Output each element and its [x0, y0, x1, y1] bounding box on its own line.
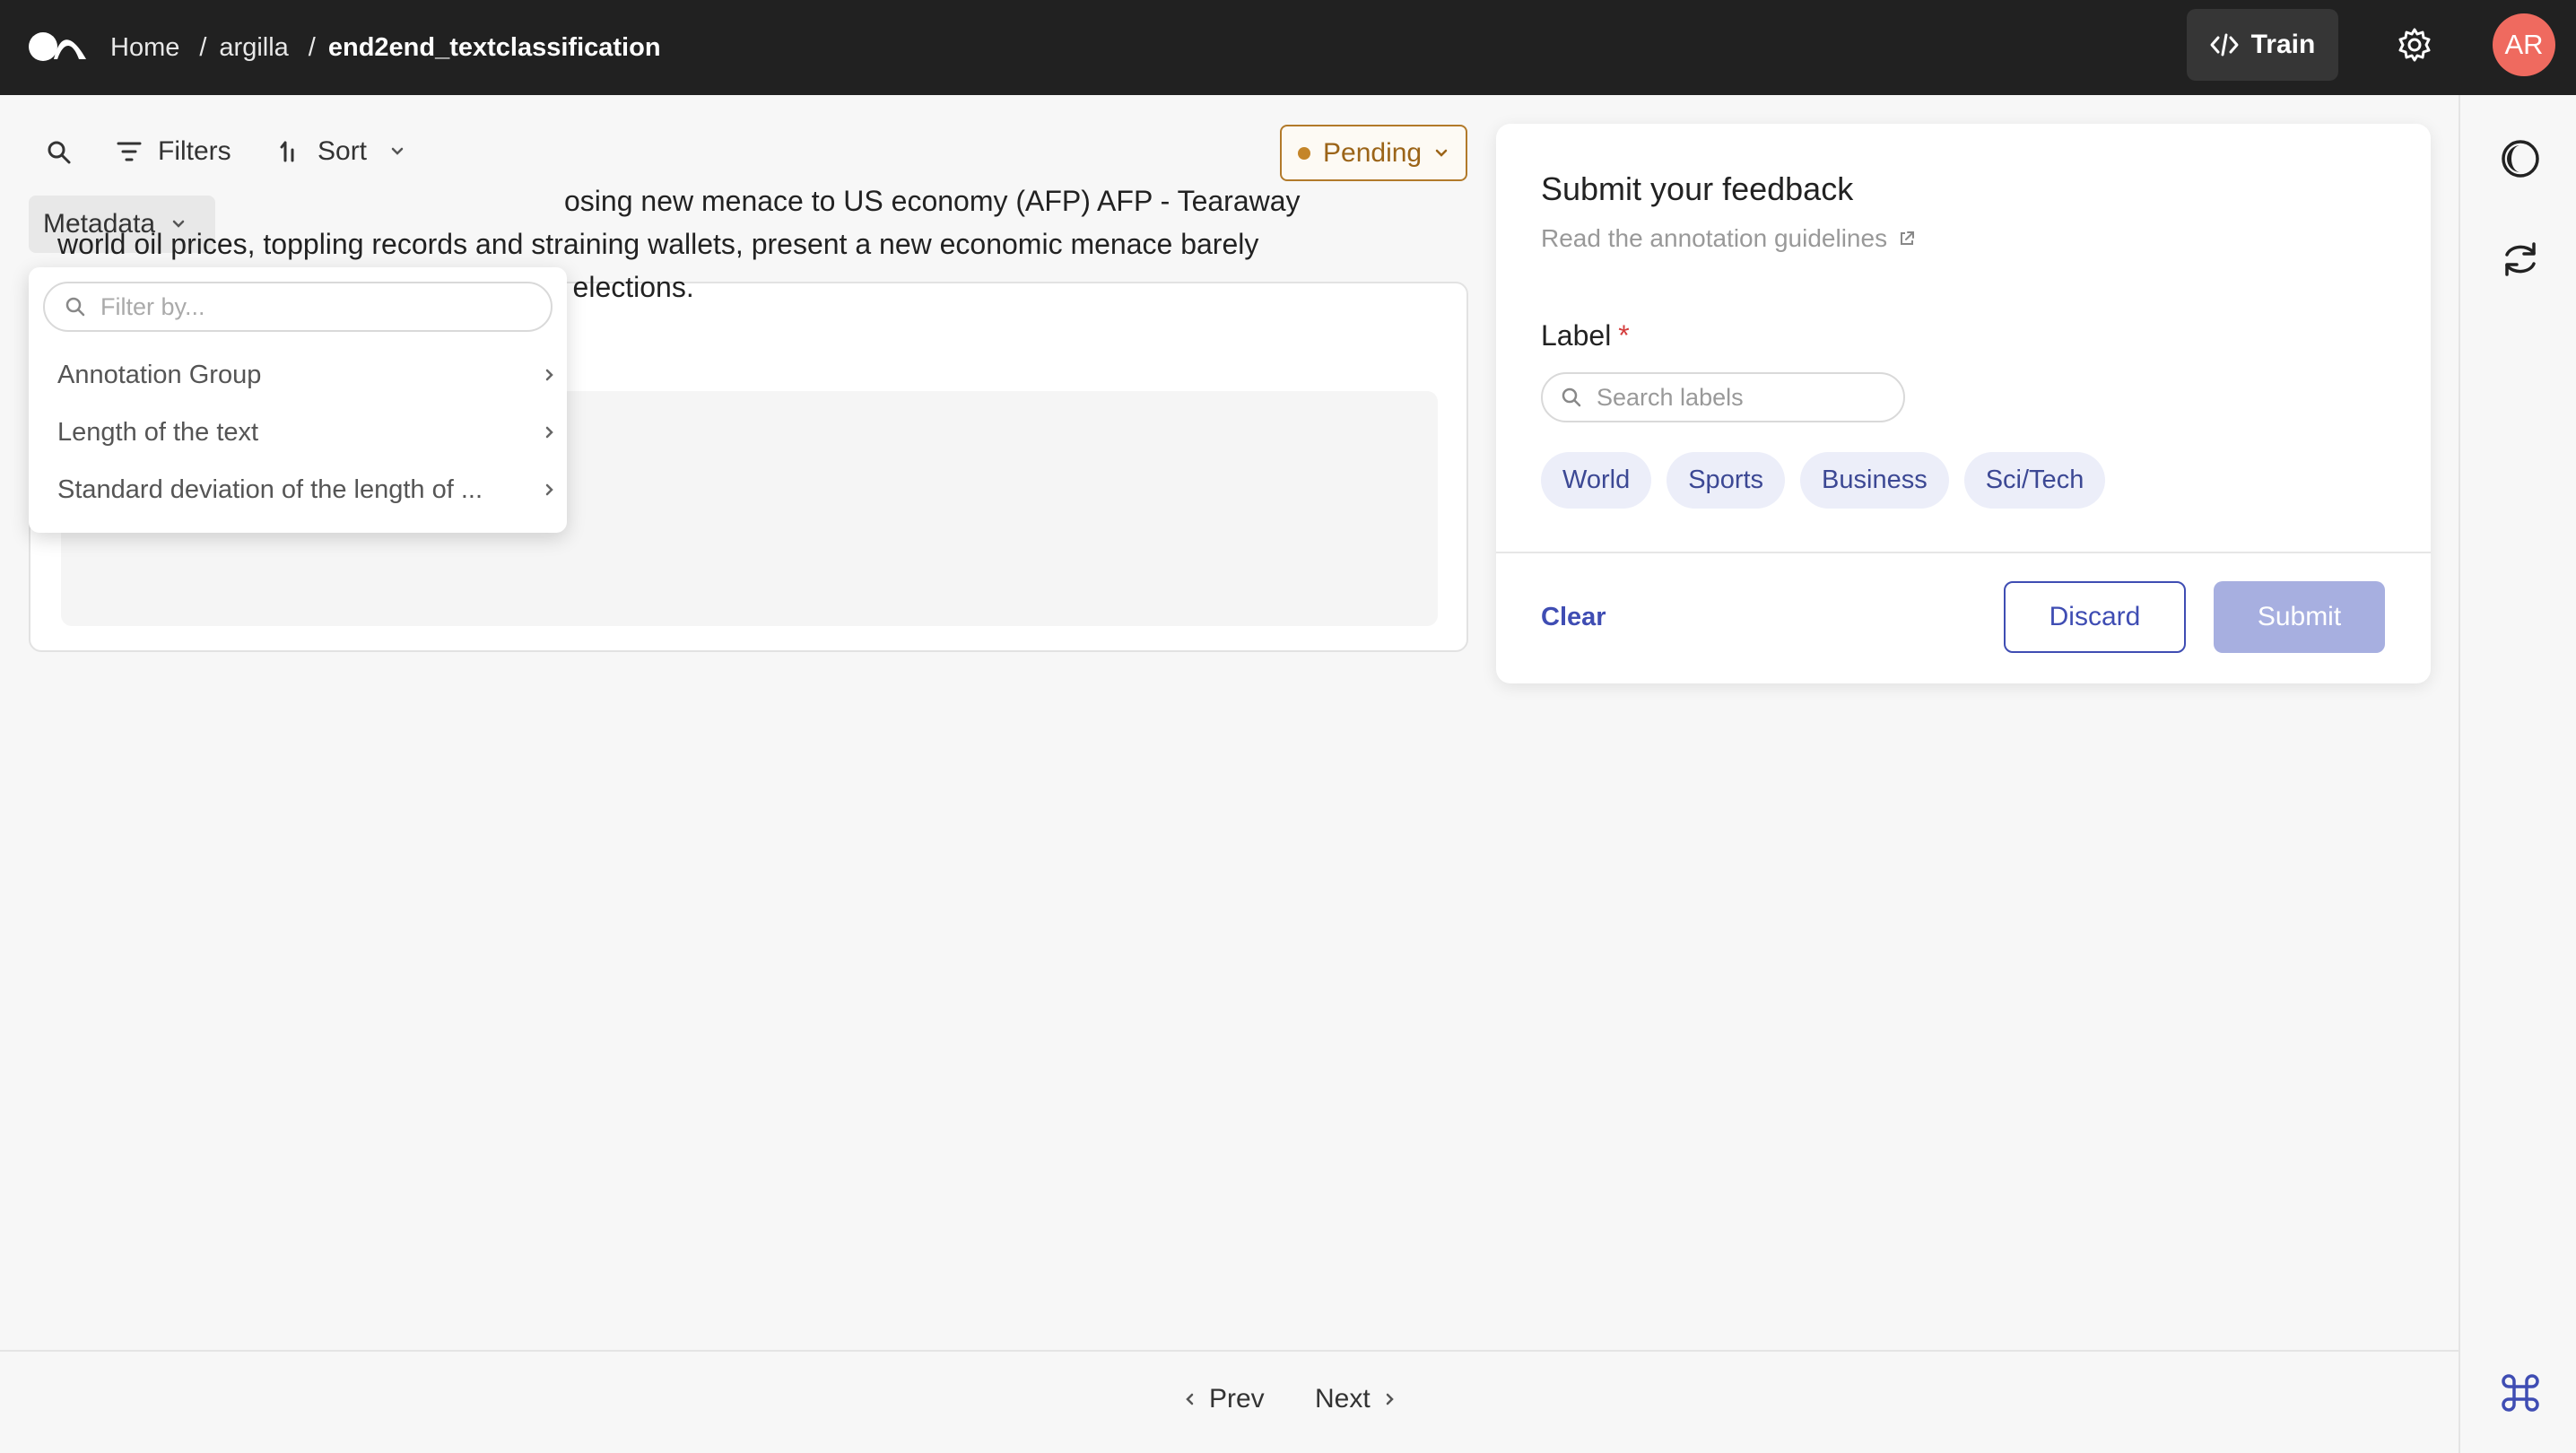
filter-icon[interactable]	[117, 141, 142, 162]
code-icon	[2210, 33, 2239, 57]
label-options: World Sports Business Sci/Tech	[1541, 452, 2106, 509]
search-labels-input[interactable]: Search labels	[1541, 372, 1905, 422]
refresh-icon[interactable]	[2500, 239, 2541, 280]
avatar[interactable]: AR	[2493, 13, 2555, 76]
theme-toggle-icon[interactable]	[2500, 138, 2541, 179]
search-icon	[1562, 387, 1581, 407]
chevron-down-icon	[1435, 149, 1448, 157]
status-filter-button[interactable]: Pending	[1280, 125, 1467, 181]
discard-button[interactable]: Discard	[2004, 581, 2186, 653]
train-button-label: Train	[2250, 30, 2316, 59]
record-text-line: osing new menace to US economy (AFP) AFP…	[564, 185, 1301, 217]
metadata-dropdown: Filter by... Annotation Group Length of …	[29, 267, 567, 533]
gear-icon[interactable]	[2397, 27, 2432, 63]
right-sidebar	[2459, 95, 2576, 1453]
external-link-icon	[1901, 231, 1915, 245]
breadcrumb-workspace[interactable]: argilla	[219, 33, 288, 63]
prev-button-label: Prev	[1209, 1384, 1265, 1414]
breadcrumb-home[interactable]: Home	[110, 33, 179, 63]
sort-icon[interactable]	[280, 139, 298, 164]
label-chip-business[interactable]: Business	[1800, 452, 1949, 509]
divider	[1496, 552, 2431, 553]
chevron-right-icon	[545, 369, 553, 381]
metadata-item-std-length[interactable]: Standard deviation of the length of ...	[57, 463, 555, 517]
clear-button[interactable]: Clear	[1541, 603, 1606, 632]
guidelines-link-label: Read the annotation guidelines	[1541, 224, 1888, 252]
sort-button[interactable]: Sort	[318, 136, 367, 167]
label-chip-world[interactable]: World	[1541, 452, 1652, 509]
status-filter-label: Pending	[1323, 137, 1423, 168]
chevron-right-icon	[1386, 1393, 1394, 1405]
status-dot	[1298, 146, 1310, 160]
chevron-down-icon[interactable]	[390, 146, 405, 157]
search-icon[interactable]	[47, 140, 72, 165]
chevron-right-icon	[545, 426, 553, 439]
metadata-item-annotation-group[interactable]: Annotation Group	[57, 348, 555, 402]
filters-button[interactable]: Filters	[158, 136, 231, 167]
feedback-panel: Submit your feedback Read the annotation…	[1496, 124, 2431, 683]
metadata-search-input[interactable]: Filter by...	[43, 282, 553, 332]
train-button[interactable]: Train	[2187, 9, 2338, 81]
top-bar: Home / argilla / end2end_textclassificat…	[0, 0, 2576, 95]
metadata-search-placeholder: Filter by...	[100, 292, 205, 320]
next-button-label: Next	[1315, 1384, 1371, 1414]
metadata-item-length[interactable]: Length of the text	[57, 405, 555, 459]
search-icon	[65, 297, 85, 317]
breadcrumb: Home / argilla / end2end_textclassificat…	[110, 0, 661, 95]
next-button[interactable]: Next	[1315, 1384, 1396, 1414]
metadata-item-label: Annotation Group	[57, 360, 262, 389]
submit-button[interactable]: Submit	[2214, 581, 2385, 653]
prev-button[interactable]: Prev	[1184, 1384, 1265, 1414]
question-label: Label *	[1541, 319, 1630, 352]
chevron-right-icon	[545, 483, 553, 496]
command-icon[interactable]	[2500, 1372, 2541, 1414]
required-mark: *	[1618, 319, 1630, 352]
metadata-item-label: Standard deviation of the length of ...	[57, 474, 483, 504]
breadcrumb-dataset: end2end_textclassification	[327, 32, 661, 62]
breadcrumb-separator: /	[199, 32, 207, 62]
label-chip-sports[interactable]: Sports	[1667, 452, 1786, 509]
breadcrumb-separator: /	[308, 32, 316, 62]
argilla-logo-icon[interactable]	[27, 27, 88, 63]
metadata-item-label: Length of the text	[57, 417, 259, 447]
label-chip-scitech[interactable]: Sci/Tech	[1963, 452, 2106, 509]
guidelines-link[interactable]: Read the annotation guidelines	[1541, 224, 1916, 253]
record-text-line: world oil prices, toppling records and s…	[57, 228, 1259, 260]
question-label-text: Label	[1541, 319, 1612, 352]
feedback-title: Submit your feedback	[1541, 170, 1854, 207]
chevron-left-icon	[1186, 1393, 1194, 1405]
search-labels-placeholder: Search labels	[1597, 383, 1744, 411]
